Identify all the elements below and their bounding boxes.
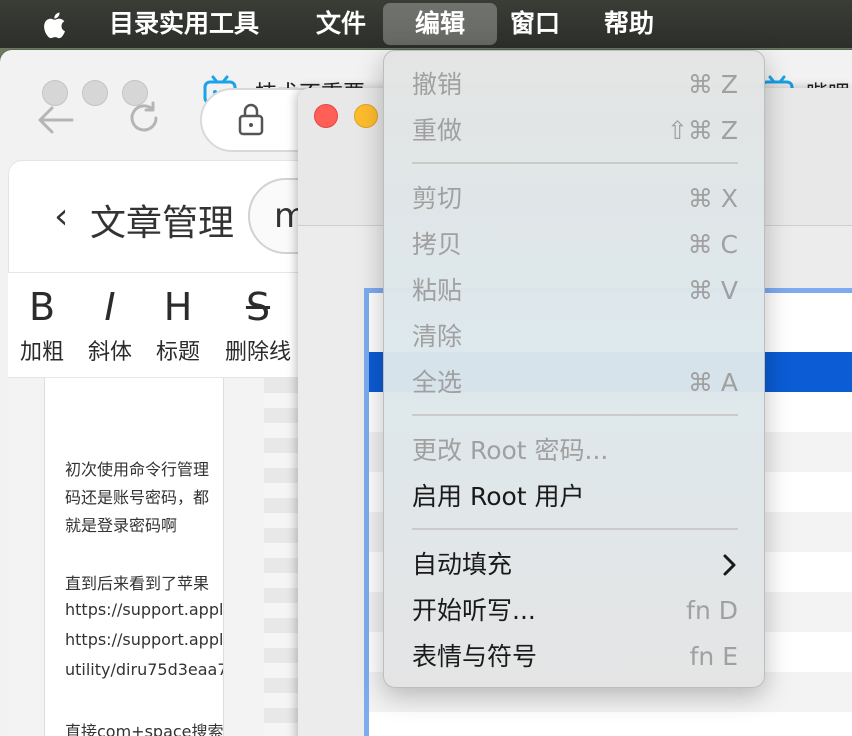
strikethrough-button[interactable]: S 删除线 (220, 286, 296, 366)
lock-icon (238, 103, 264, 136)
chevron-right-icon (723, 554, 736, 576)
heading-icon: H (163, 285, 193, 329)
menu-item-copy[interactable]: 拷贝 ⌘ C (412, 224, 738, 266)
menu-item-enable-root-user[interactable]: 启用 Root 用户 (412, 476, 738, 518)
doc-line: https://support.apple (65, 600, 224, 619)
strikethrough-icon: S (245, 285, 271, 329)
heading-label: 标题 (155, 340, 200, 365)
close-button[interactable] (314, 104, 338, 128)
reload-icon[interactable] (126, 100, 162, 136)
document-text[interactable]: 初次使用命令行管理 码还是账号密码，都 就是登录密码啊 直到后来看到了苹果 ht… (44, 378, 224, 736)
doc-line: 码还是账号密码，都 (65, 488, 210, 507)
menu-item-cut[interactable]: 剪切 ⌘ X (412, 178, 738, 220)
menu-file[interactable]: 文件 (302, 3, 380, 45)
bold-button[interactable]: B 加粗 (16, 286, 68, 366)
minimize-button-inactive[interactable] (82, 80, 108, 106)
menu-separator (412, 414, 738, 416)
heading-button[interactable]: H 标题 (152, 286, 204, 366)
doc-line: 就是登录密码啊 (65, 516, 178, 535)
menu-item-undo[interactable]: 撤销 ⌘ Z (412, 64, 738, 106)
page-title: 文章管理 (90, 203, 235, 244)
apple-logo-icon[interactable] (38, 8, 72, 42)
menu-item-redo[interactable]: 重做 ⇧⌘ Z (412, 110, 738, 152)
striped-gutter (264, 378, 300, 736)
back-arrow-icon[interactable] (36, 102, 76, 138)
menu-app-name[interactable]: 目录实用工具 (95, 3, 273, 45)
menu-window[interactable]: 窗口 (496, 3, 574, 45)
strikethrough-label: 删除线 (224, 340, 291, 365)
menu-help[interactable]: 帮助 (590, 3, 668, 45)
doc-line: https://support.apple (65, 630, 224, 649)
bold-label: 加粗 (19, 340, 64, 365)
edit-menu-dropdown: 撤销 ⌘ Z 重做 ⇧⌘ Z 剪切 ⌘ X 拷贝 ⌘ C 粘贴 ⌘ V 清除 全… (383, 50, 765, 688)
menu-item-clear[interactable]: 清除 (412, 316, 738, 358)
menu-item-paste[interactable]: 粘贴 ⌘ V (412, 270, 738, 312)
menu-separator (412, 162, 738, 164)
menu-item-emoji-symbols[interactable]: 表情与符号 fn E (412, 636, 738, 678)
italic-label: 斜体 (87, 340, 132, 365)
minimize-button[interactable] (354, 104, 378, 128)
menu-separator (412, 528, 738, 530)
list-row[interactable] (369, 712, 852, 736)
menu-item-start-dictation[interactable]: 开始听写... fn D (412, 590, 738, 632)
bold-icon: B (28, 285, 56, 329)
doc-line: 直到后来看到了苹果 (65, 574, 210, 593)
menu-edit[interactable]: 编辑 (383, 3, 497, 45)
menu-item-autofill[interactable]: 自动填充 (412, 544, 738, 586)
menu-item-select-all[interactable]: 全选 ⌘ A (412, 362, 738, 404)
doc-line: 初次使用命令行管理 (65, 460, 210, 479)
doc-line: 直接com+space搜索 (65, 722, 224, 736)
chevron-left-icon[interactable]: ‹ (54, 196, 68, 237)
menu-item-change-root-password[interactable]: 更改 Root 密码... (412, 430, 738, 472)
doc-line: utility/diru75d3eaa7 (65, 660, 224, 679)
menu-bar: 目录实用工具 文件 编辑 窗口 帮助 (0, 0, 852, 48)
italic-icon: I (104, 285, 116, 329)
italic-button[interactable]: I 斜体 (84, 286, 136, 366)
